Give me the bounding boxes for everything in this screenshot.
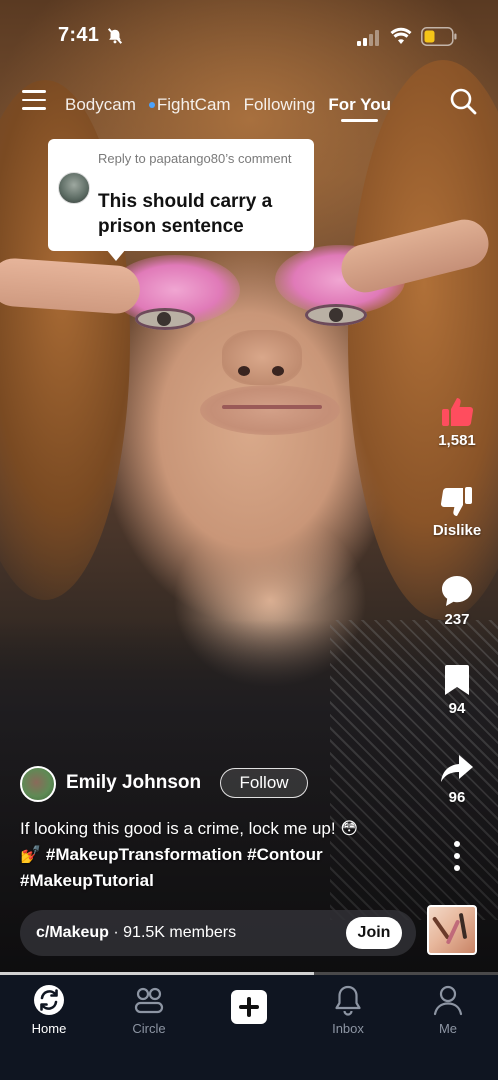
tab-circle-label: Circle — [132, 1021, 166, 1036]
follow-button[interactable]: Follow — [220, 768, 308, 798]
join-button[interactable]: Join — [346, 917, 402, 949]
save-button[interactable]: 94 — [424, 662, 490, 717]
tab-following[interactable]: Following — [244, 95, 316, 115]
caption-text: If looking this good is a crime, lock me… — [20, 819, 336, 838]
create-button[interactable] — [231, 990, 267, 1024]
share-button[interactable]: 96 — [424, 751, 490, 806]
tab-inbox-label: Inbox — [332, 1021, 364, 1036]
bookmark-icon — [445, 665, 469, 695]
dislike-button[interactable]: Dislike — [424, 484, 490, 539]
feed-tabs: Bodycam FightCam Following For You — [65, 92, 404, 122]
more-options-icon[interactable] — [449, 840, 465, 872]
tab-home-label: Home — [31, 1021, 67, 1036]
hashtags-line-1[interactable]: #MakeupTransformation #Contour — [46, 845, 323, 864]
thumbs-up-icon — [442, 398, 474, 427]
community-thumbnail[interactable] — [427, 905, 477, 955]
menu-icon[interactable] — [22, 90, 48, 112]
author-avatar[interactable] — [20, 766, 56, 802]
thumbs-down-icon — [440, 487, 472, 516]
comment-bubble-icon — [442, 576, 472, 606]
signal-icon — [357, 30, 379, 46]
video-eye-right — [305, 304, 367, 326]
nail-polish-emoji: 💅 — [20, 845, 42, 865]
reply-comment-text: This should carry a prison sentence — [98, 191, 273, 237]
share-arrow-icon — [441, 755, 473, 782]
community-name: c/Makeup — [36, 924, 109, 941]
tab-me-label: Me — [438, 1021, 458, 1036]
tab-me[interactable]: Me — [408, 983, 488, 1036]
like-button[interactable]: 1,581 — [424, 394, 490, 449]
video-eye-left — [135, 308, 195, 330]
community-bar[interactable]: c/Makeup · 91.5K members Join — [20, 910, 416, 956]
video-finger-left — [0, 256, 142, 316]
tab-inbox[interactable]: Inbox — [308, 983, 388, 1036]
tab-bodycam[interactable]: Bodycam — [65, 95, 136, 115]
bell-off-icon — [107, 28, 123, 44]
home-icon — [34, 985, 64, 1015]
video-caption[interactable]: If looking this good is a crime, lock me… — [20, 816, 410, 893]
tab-fightcam[interactable]: FightCam — [148, 95, 231, 115]
reply-comment-bubble[interactable]: Reply to papatango80’s comment This shou… — [48, 139, 314, 261]
circle-icon — [134, 987, 164, 1014]
battery-icon — [421, 27, 457, 46]
tab-home[interactable]: Home — [9, 983, 89, 1036]
bottom-tab-bar: Home Circle Inbox Me — [0, 975, 498, 1080]
hashtags-line-2[interactable]: #MakeupTutorial — [20, 871, 154, 890]
like-count: 1,581 — [438, 432, 476, 449]
person-icon — [433, 985, 463, 1016]
save-count: 94 — [448, 700, 466, 717]
wifi-icon — [390, 27, 412, 44]
tab-for-you[interactable]: For You — [328, 95, 391, 122]
search-icon[interactable] — [449, 87, 477, 115]
top-nav: Bodycam FightCam Following For You — [0, 82, 498, 122]
video-lips — [222, 405, 322, 409]
video-mouth — [200, 385, 340, 435]
tab-circle[interactable]: Circle — [109, 983, 189, 1036]
status-bar: 7:41 — [0, 0, 498, 72]
comment-count: 237 — [444, 611, 470, 628]
reply-commenter-avatar — [58, 172, 90, 204]
bell-icon — [335, 985, 361, 1016]
flushed-face-emoji: 😳 — [340, 819, 359, 839]
reply-meta: Reply to papatango80’s comment — [98, 151, 292, 166]
comment-button[interactable]: 237 — [424, 573, 490, 628]
battery-level — [424, 30, 435, 43]
dislike-label: Dislike — [432, 522, 482, 539]
share-count: 96 — [448, 789, 466, 806]
author-row: Emily Johnson Follow — [20, 764, 320, 802]
video-nose — [222, 330, 302, 385]
community-info: c/Makeup · 91.5K members — [36, 924, 236, 942]
author-name[interactable]: Emily Johnson — [66, 772, 201, 794]
community-members: · 91.5K members — [108, 924, 237, 941]
status-time: 7:41 — [58, 24, 100, 46]
